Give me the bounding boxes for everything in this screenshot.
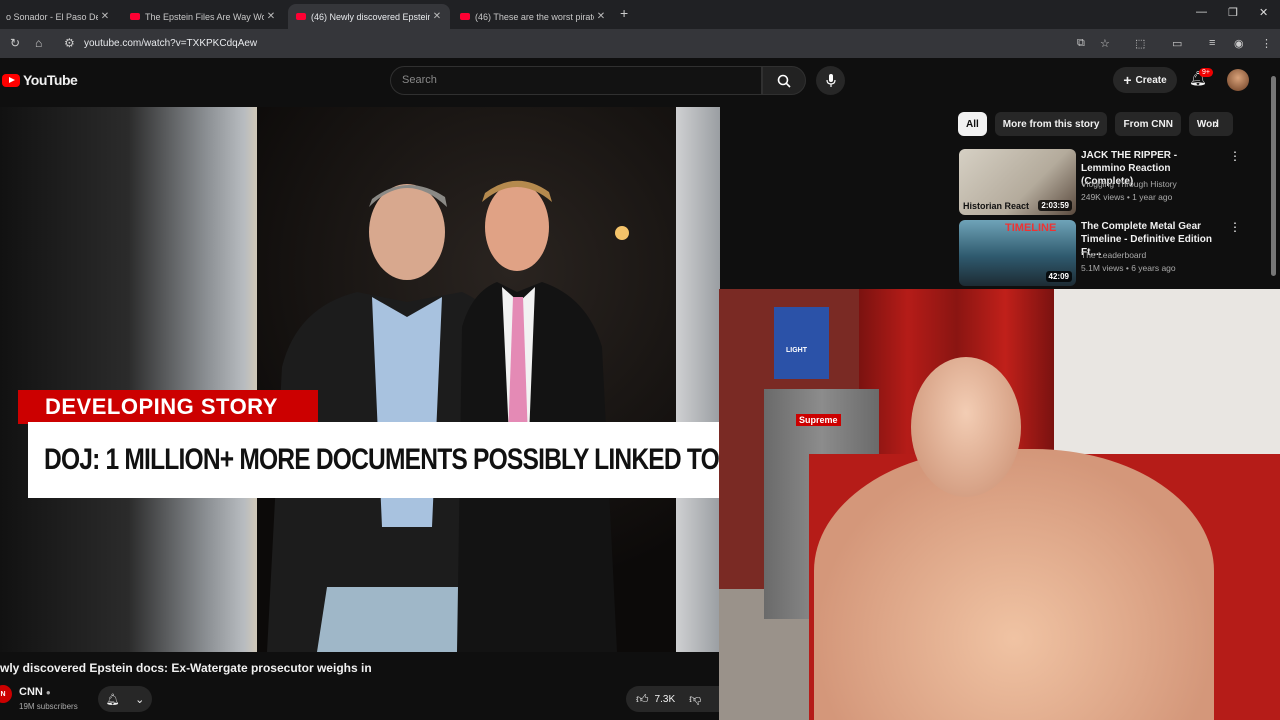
cam-wall <box>1049 289 1280 464</box>
create-label: Create <box>1135 74 1167 86</box>
close-icon[interactable]: ✕ <box>98 11 112 22</box>
cam-person-body <box>814 449 1214 720</box>
thumb-text: Historian React <box>963 201 1030 211</box>
extensions-icon[interactable]: ⬚ <box>1135 37 1145 50</box>
chip-more-from-story[interactable]: More from this story <box>994 112 1108 136</box>
cam-box: LIGHT <box>774 307 829 379</box>
minimize-icon[interactable]: — <box>1196 6 1207 18</box>
avatar[interactable] <box>1227 69 1249 91</box>
chip-world[interactable]: Worl <box>1188 112 1233 136</box>
bookmark-star-icon[interactable]: ☆ <box>1100 37 1110 50</box>
video-blur-left <box>0 107 257 652</box>
headline-text: DOJ: 1 MILLION+ MORE DOCUMENTS POSSIBLY … <box>44 443 720 476</box>
youtube-favicon-icon <box>296 13 306 20</box>
more-options-icon[interactable]: ⋮ <box>1229 220 1241 234</box>
notification-badge: 9+ <box>1199 68 1213 77</box>
video-frame-illustration <box>267 180 629 652</box>
chip-all[interactable]: All <box>958 112 987 136</box>
youtube-favicon-icon <box>460 13 470 20</box>
search-input[interactable]: Search <box>390 66 762 95</box>
chevron-down-icon: ⌄ <box>135 693 145 706</box>
profile-icon[interactable]: ◉ <box>1234 37 1244 50</box>
page-scrollbar[interactable] <box>1271 64 1276 286</box>
recommendation-channel[interactable]: The Leaderboard <box>1081 250 1146 260</box>
subscription-bell-button[interactable]: 🔔︎ ⌄ <box>98 686 152 712</box>
related-filter-chips: All More from this story From CNN Worl <box>958 112 1233 136</box>
restore-icon[interactable]: ❐ <box>1228 6 1238 19</box>
browser-tab[interactable]: The Epstein Files Are Way Worse ✕ <box>122 4 284 29</box>
channel-name[interactable]: CNN ● <box>19 686 51 698</box>
bell-icon: 🔔︎ <box>105 693 120 706</box>
close-icon[interactable]: ✕ <box>430 11 444 22</box>
voice-search-button[interactable] <box>816 66 845 95</box>
chip-from-cnn[interactable]: From CNN <box>1115 112 1181 136</box>
recommendation-meta: 5.1M views • 6 years ago <box>1081 263 1176 273</box>
tab-title: o Sonador - El Paso Del Gu <box>6 11 98 22</box>
thumbs-up-icon[interactable]: 👍︎ <box>636 692 649 707</box>
video-player[interactable] <box>0 107 720 652</box>
youtube-logo[interactable]: YouTube <box>2 72 78 88</box>
video-thumbnail[interactable]: TIMELINE 42:09 <box>959 220 1076 286</box>
browser-tab-bar: o Sonador - El Paso Del Gu ✕ The Epstein… <box>0 0 1280 29</box>
close-icon[interactable]: ✕ <box>594 11 608 22</box>
address-bar-row: ↻ ⌂ ⚙ youtube.com/watch?v=TXKPKCdqAew ⧉ … <box>0 29 1280 58</box>
chevron-right-icon[interactable]: › <box>1214 115 1219 131</box>
recommendation-channel[interactable]: Vlogging Through History <box>1081 179 1177 189</box>
like-count: 7.3K <box>654 693 676 705</box>
microphone-icon <box>825 73 836 87</box>
thumb-text: TIMELINE <box>1005 222 1057 234</box>
like-dislike-button[interactable]: 👍︎ 7.3K 👎︎ <box>626 686 720 712</box>
recommendation-item[interactable]: TIMELINE 42:09 The Complete Metal Gear T… <box>959 220 1259 286</box>
url-field[interactable]: youtube.com/watch?v=TXKPKCdqAew <box>84 38 257 49</box>
duration-badge: 42:09 <box>1045 271 1072 282</box>
tab-title: (46) These are the worst pirate <box>475 11 594 22</box>
browser-tab[interactable]: o Sonador - El Paso Del Gu ✕ <box>0 4 118 29</box>
sidebar-icon[interactable]: ▭ <box>1172 37 1182 50</box>
youtube-play-icon <box>2 73 20 87</box>
youtube-header: YouTube Search + Create 🔔︎ 9+ <box>0 58 1280 106</box>
thumbs-down-icon[interactable]: 👎︎ <box>689 692 701 707</box>
scrollbar-thumb[interactable] <box>1271 76 1276 276</box>
subscriber-count: 19M subscribers <box>19 702 78 711</box>
plus-icon: + <box>1123 72 1132 88</box>
more-options-icon[interactable]: ⋮ <box>1229 149 1241 163</box>
cam-box-text: LIGHT <box>786 347 807 354</box>
video-photo <box>257 107 676 652</box>
channel-name-text: CNN <box>19 686 43 698</box>
tab-title: The Epstein Files Are Way Worse <box>145 11 264 22</box>
video-thumbnail[interactable]: Historian React 2:03:59 <box>959 149 1076 215</box>
logo-text: YouTube <box>23 72 78 88</box>
developing-story-banner: DEVELOPING STORY <box>18 390 318 424</box>
channel-avatar[interactable]: N <box>0 685 12 703</box>
install-app-icon[interactable]: ⧉ <box>1077 37 1085 50</box>
search-placeholder: Search <box>402 74 437 86</box>
menu-kebab-icon[interactable]: ⋮ <box>1261 37 1272 50</box>
create-button[interactable]: + Create <box>1113 67 1177 93</box>
search-button[interactable] <box>762 66 806 95</box>
video-title: wly discovered Epstein docs: Ex-Watergat… <box>0 661 372 675</box>
search-icon <box>777 74 791 88</box>
webcam-overlay: Supreme LIGHT <box>719 289 1280 720</box>
close-icon[interactable]: ✕ <box>264 11 278 22</box>
new-tab-icon[interactable]: + <box>620 5 628 21</box>
recommendation-item[interactable]: Historian React 2:03:59 JACK THE RIPPER … <box>959 149 1259 215</box>
duration-badge: 2:03:59 <box>1038 200 1072 211</box>
browser-tab[interactable]: (46) These are the worst pirate ✕ <box>452 4 614 29</box>
site-settings-icon[interactable]: ⚙ <box>64 36 75 50</box>
verified-icon: ● <box>45 688 51 697</box>
video-blur-right <box>676 107 720 652</box>
youtube-favicon-icon <box>130 13 140 20</box>
media-icon[interactable]: ≡ <box>1209 37 1215 49</box>
close-window-icon[interactable]: ✕ <box>1259 6 1268 19</box>
reload-icon[interactable]: ↻ <box>10 36 20 50</box>
home-icon[interactable]: ⌂ <box>35 36 42 50</box>
browser-tab-active[interactable]: (46) Newly discovered Epstein d ✕ <box>288 4 450 29</box>
news-headline: DOJ: 1 MILLION+ MORE DOCUMENTS POSSIBLY … <box>28 422 720 498</box>
tab-title: (46) Newly discovered Epstein d <box>311 11 430 22</box>
recommendation-meta: 249K views • 1 year ago <box>1081 192 1173 202</box>
cam-sticker: Supreme <box>796 414 841 426</box>
cam-person-head <box>911 357 1021 497</box>
